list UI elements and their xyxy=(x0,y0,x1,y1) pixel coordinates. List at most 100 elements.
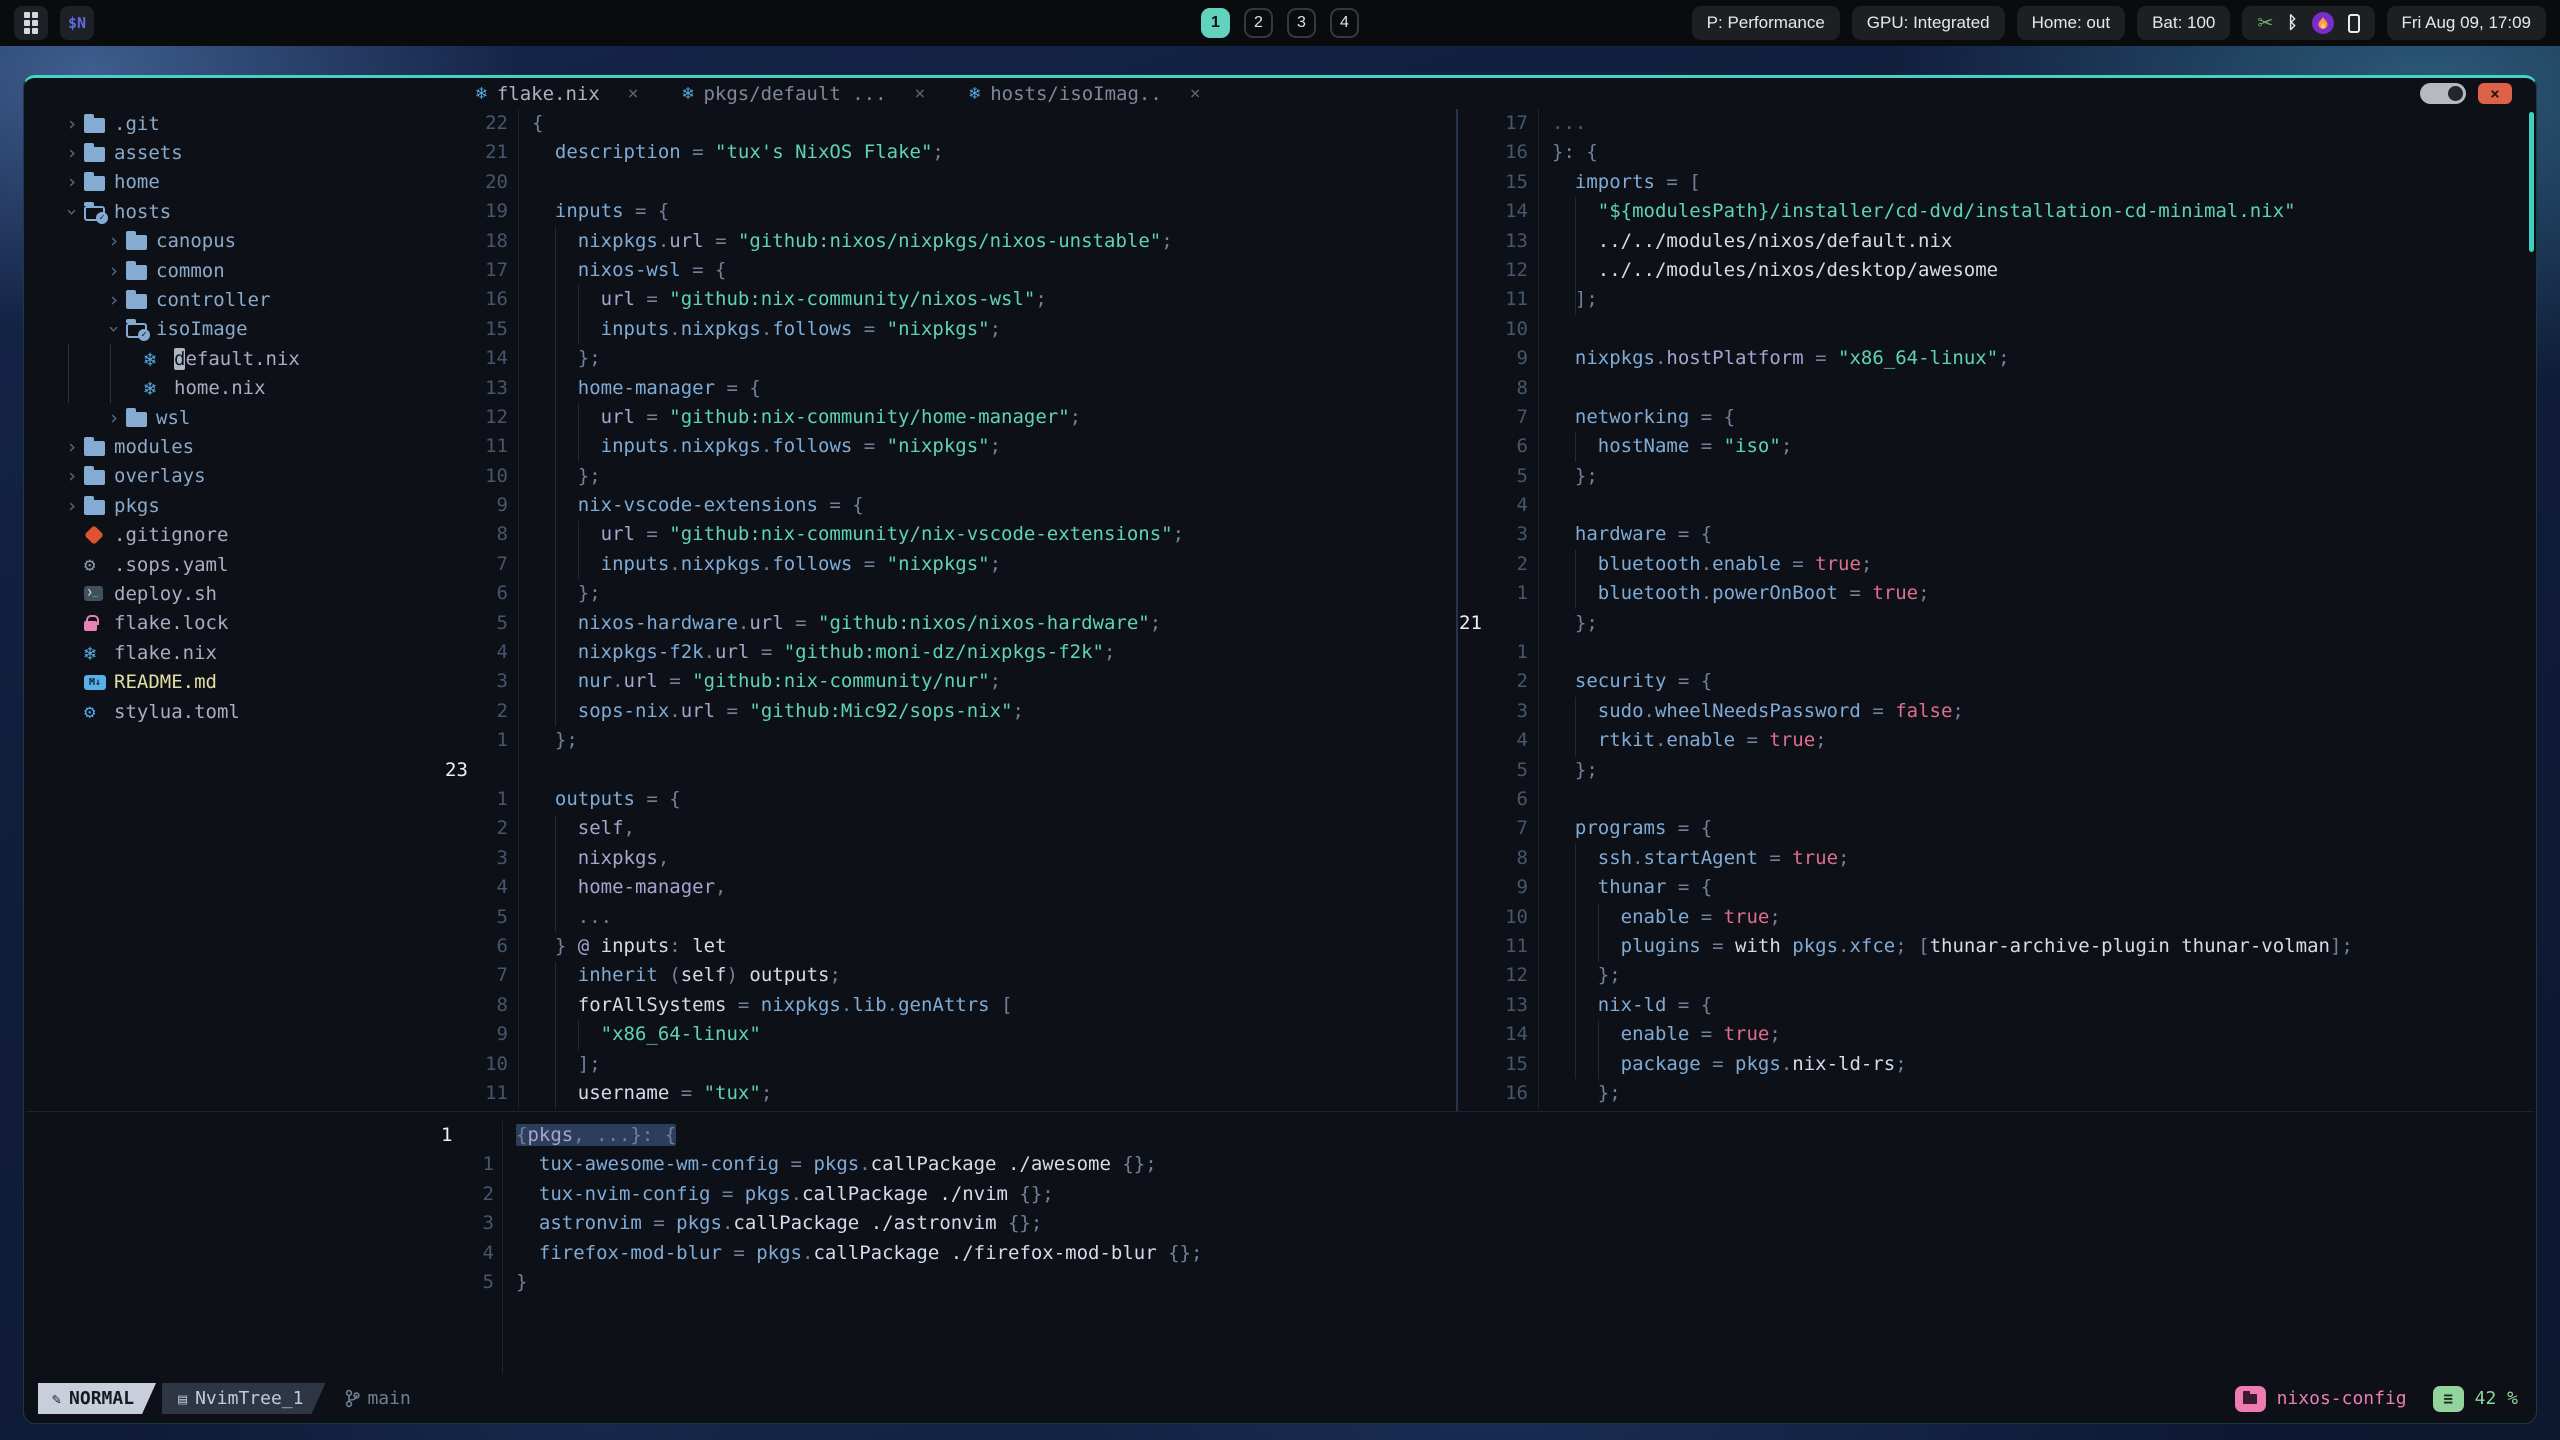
code-line[interactable] xyxy=(532,756,1456,785)
code-line[interactable]: forAllSystems = nixpkgs.lib.genAttrs [ xyxy=(532,991,1456,1020)
code-line[interactable]: ]; xyxy=(532,1050,1456,1079)
code-line[interactable]: ... xyxy=(532,903,1456,932)
code-line[interactable]: nix-ld = { xyxy=(1552,991,2536,1020)
code-line[interactable]: astronvim = pkgs.callPackage ./astronvim… xyxy=(516,1209,2536,1238)
tree-item-stylua-toml[interactable]: ⚙ stylua.toml xyxy=(24,697,440,726)
code-line[interactable]: ../../modules/nixos/default.nix xyxy=(1552,227,2536,256)
code-line[interactable]: }; xyxy=(1552,756,2536,785)
tree-item-modules[interactable]: › modules xyxy=(24,432,440,461)
tree-item--git[interactable]: › .git xyxy=(24,109,440,138)
chevron-right-icon[interactable]: › xyxy=(102,289,126,311)
code-line[interactable]: bluetooth.powerOnBoot = true; xyxy=(1552,579,2536,608)
code-line[interactable]: bluetooth.enable = true; xyxy=(1552,550,2536,579)
code-line[interactable] xyxy=(1552,491,2536,520)
code-line[interactable]: inputs = { xyxy=(532,197,1456,226)
tree-item-deploy-sh[interactable]: ❯_ deploy.sh xyxy=(24,579,440,608)
code-line[interactable]: } xyxy=(516,1268,2536,1297)
tab-close-icon[interactable]: × xyxy=(915,83,926,104)
code-line[interactable]: { xyxy=(532,109,1456,138)
chevron-right-icon[interactable]: › xyxy=(60,465,84,487)
code-line[interactable]: }; xyxy=(532,726,1456,755)
code-line[interactable]: enable = true; xyxy=(1552,1020,2536,1049)
code-line[interactable]: hostName = "iso"; xyxy=(1552,432,2536,461)
code-line[interactable]: {pkgs, ...}: { xyxy=(516,1121,2536,1150)
code-line[interactable]: programs = { xyxy=(1552,814,2536,843)
code-line[interactable]: nixpkgs-f2k.url = "github:moni-dz/nixpkg… xyxy=(532,638,1456,667)
tree-item-hosts[interactable]: › hosts xyxy=(24,197,440,226)
code-line[interactable]: nixpkgs.hostPlatform = "x86_64-linux"; xyxy=(1552,344,2536,373)
editor-pane-flake-nix[interactable]: 22 21 20 19 18 17 16 15 14 13 12 11 10 9 8 7 6 5 4 3 2 1 23 1 2 3… xyxy=(444,109,1456,1109)
code-line[interactable]: url = "github:nix-community/home-manager… xyxy=(532,403,1456,432)
code-line[interactable]: }; xyxy=(1552,961,2536,990)
code-line[interactable]: description = "tux's NixOS Flake"; xyxy=(532,138,1456,167)
scrollbar[interactable] xyxy=(2529,112,2534,252)
tree-item--sops-yaml[interactable]: ⚙ .sops.yaml xyxy=(24,550,440,579)
window-close-button[interactable]: × xyxy=(2478,83,2512,104)
tab-close-icon[interactable]: × xyxy=(1190,83,1201,104)
tree-item--gitignore[interactable]: .gitignore xyxy=(24,520,440,549)
code-line[interactable]: url = "github:nix-community/nix-vscode-e… xyxy=(532,520,1456,549)
chevron-right-icon[interactable]: › xyxy=(60,495,84,517)
code-line[interactable]: url = "github:nix-community/nixos-wsl"; xyxy=(532,285,1456,314)
chevron-right-icon[interactable]: › xyxy=(60,436,84,458)
tree-item-flake-nix[interactable]: ❄ flake.nix xyxy=(24,638,440,667)
code-line[interactable]: }; xyxy=(1552,1079,2536,1108)
code-line[interactable]: ... xyxy=(1552,109,2536,138)
workspace-button-3[interactable]: 3 xyxy=(1287,8,1316,38)
code-line[interactable]: ssh.startAgent = true; xyxy=(1552,844,2536,873)
code-line[interactable]: sudo.wheelNeedsPassword = false; xyxy=(1552,697,2536,726)
code-line[interactable]: outputs = { xyxy=(532,785,1456,814)
chevron-right-icon[interactable]: › xyxy=(60,171,84,193)
code-line[interactable]: inputs.nixpkgs.follows = "nixpkgs"; xyxy=(532,315,1456,344)
tab-hosts-isoImag-[interactable]: ❄ hosts/isoImag.. × xyxy=(969,83,1200,105)
window-toggle-button[interactable] xyxy=(2420,83,2466,104)
chevron-right-icon[interactable]: › xyxy=(102,230,126,252)
tree-item-assets[interactable]: › assets xyxy=(24,138,440,167)
tree-item-pkgs[interactable]: › pkgs xyxy=(24,491,440,520)
code-line[interactable]: nixpkgs.url = "github:nixos/nixpkgs/nixo… xyxy=(532,227,1456,256)
code-line[interactable]: sops-nix.url = "github:Mic92/sops-nix"; xyxy=(532,697,1456,726)
tree-item-wsl[interactable]: › wsl xyxy=(24,403,440,432)
code-line[interactable]: inputs.nixpkgs.follows = "nixpkgs"; xyxy=(532,432,1456,461)
editor-pane-isoimage[interactable]: 17 16 15 14 13 12 11 10 9 8 7 6 5 4 3 2 1 21 1 2 3 4 5 6 7 8 9 10 11… xyxy=(1458,109,2536,1109)
chevron-right-icon[interactable]: › xyxy=(60,142,84,164)
tree-item-home-nix[interactable]: ❄ home.nix xyxy=(24,374,440,403)
tree-item-README-md[interactable]: M↓ README.md xyxy=(24,667,440,696)
chevron-right-icon[interactable]: › xyxy=(60,113,84,135)
code-line[interactable]: username = "tux"; xyxy=(532,1079,1456,1108)
code-line[interactable]: }; xyxy=(532,579,1456,608)
tree-item-default-nix[interactable]: ❄ default.nix xyxy=(24,344,440,373)
code-line[interactable] xyxy=(532,168,1456,197)
tab-pkgs-default-[interactable]: ❄ pkgs/default ... × xyxy=(683,83,926,105)
nix-shell-badge[interactable]: $N xyxy=(60,6,94,40)
tree-item-common[interactable]: › common xyxy=(24,256,440,285)
code-line[interactable] xyxy=(1552,638,2536,667)
code-line[interactable]: self, xyxy=(532,814,1456,843)
code-line[interactable]: "x86_64-linux" xyxy=(532,1020,1456,1049)
code-line[interactable]: nixos-hardware.url = "github:nixos/nixos… xyxy=(532,609,1456,638)
tree-item-overlays[interactable]: › overlays xyxy=(24,462,440,491)
launcher-button[interactable] xyxy=(14,6,48,40)
code-line[interactable]: tux-nvim-config = pkgs.callPackage ./nvi… xyxy=(516,1180,2536,1209)
code-line[interactable]: }: { xyxy=(1552,138,2536,167)
tree-item-canopus[interactable]: › canopus xyxy=(24,227,440,256)
code-line[interactable] xyxy=(1552,785,2536,814)
editor-pane-pkgs-default[interactable]: 1 1 2 3 4 5 {pkgs, ...}: { tux-awesome-wm-conf… xyxy=(441,1121,2536,1374)
code-line[interactable]: "${modulesPath}/installer/cd-dvd/install… xyxy=(1552,197,2536,226)
tab-close-icon[interactable]: × xyxy=(628,83,639,104)
code-line[interactable]: rtkit.enable = true; xyxy=(1552,726,2536,755)
workspace-button-2[interactable]: 2 xyxy=(1244,8,1273,38)
code-line[interactable]: firefox-mod-blur = pkgs.callPackage ./fi… xyxy=(516,1239,2536,1268)
tab-flake-nix[interactable]: ❄ flake.nix × xyxy=(476,83,639,105)
code-line[interactable]: }; xyxy=(532,344,1456,373)
code-line[interactable]: security = { xyxy=(1552,667,2536,696)
code-line[interactable]: thunar = { xyxy=(1552,873,2536,902)
system-tray[interactable]: ✂ ᛒ xyxy=(2242,6,2375,40)
workspace-button-1[interactable]: 1 xyxy=(1201,8,1230,38)
code-line[interactable]: ../../modules/nixos/desktop/awesome xyxy=(1552,256,2536,285)
tree-item-home[interactable]: › home xyxy=(24,168,440,197)
code-line[interactable]: networking = { xyxy=(1552,403,2536,432)
code-line[interactable]: inherit (self) outputs; xyxy=(532,961,1456,990)
code-line[interactable]: }; xyxy=(532,462,1456,491)
tree-item-controller[interactable]: › controller xyxy=(24,285,440,314)
